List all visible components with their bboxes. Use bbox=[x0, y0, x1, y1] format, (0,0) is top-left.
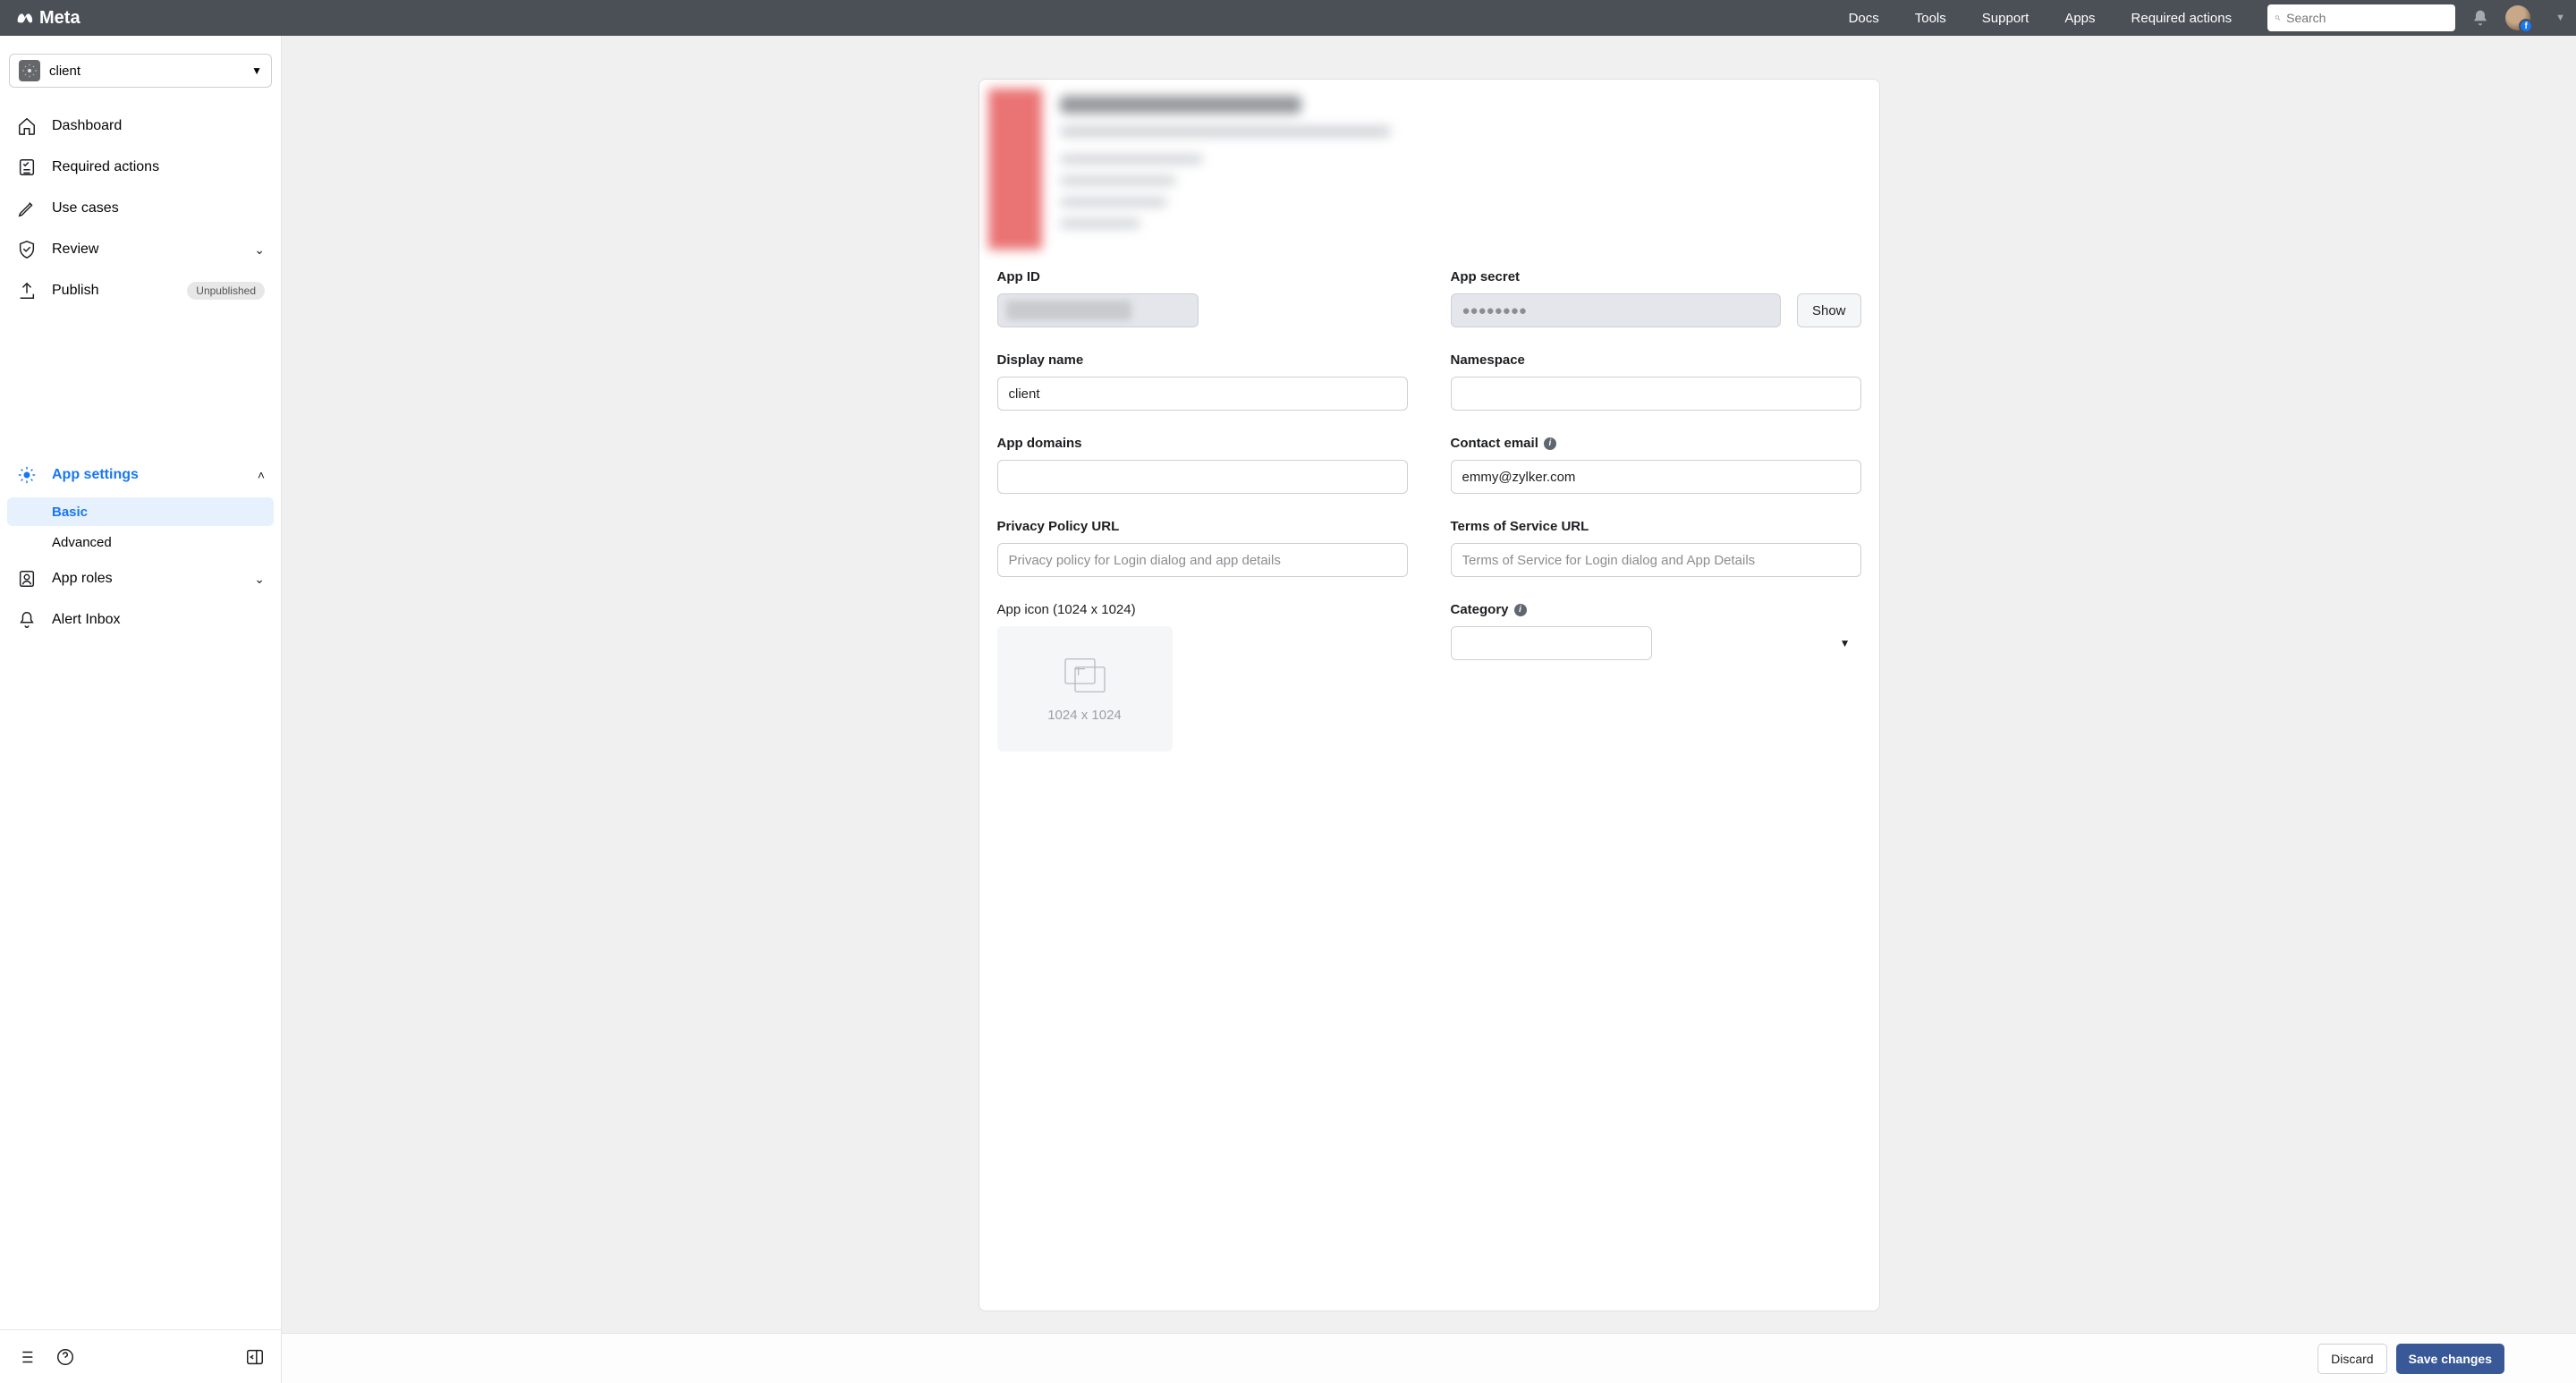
search-icon bbox=[2275, 11, 2281, 25]
contact-email-field[interactable] bbox=[1451, 460, 1861, 494]
upload-icon bbox=[16, 280, 38, 301]
sidebar-item-review[interactable]: Review ⌄ bbox=[7, 229, 274, 270]
settings-panel: App ID App secret Show Display nam bbox=[979, 79, 1880, 1311]
sidebar-item-publish[interactable]: Publish Unpublished bbox=[7, 270, 274, 311]
contact-email-label: Contact email i bbox=[1451, 436, 1861, 451]
home-icon bbox=[16, 115, 38, 137]
sidebar-item-label: App settings bbox=[52, 467, 243, 483]
tos-url-label: Terms of Service URL bbox=[1451, 519, 1861, 534]
privacy-url-label: Privacy Policy URL bbox=[997, 519, 1408, 534]
collapse-sidebar-icon[interactable] bbox=[245, 1347, 265, 1367]
app-domains-label: App domains bbox=[997, 436, 1408, 451]
namespace-field[interactable] bbox=[1451, 377, 1861, 411]
notifications-icon[interactable] bbox=[2471, 9, 2489, 27]
sidebar-item-app-settings[interactable]: App settings ˄ bbox=[7, 454, 274, 496]
bell-icon bbox=[16, 609, 38, 631]
sidebar-item-alert-inbox[interactable]: Alert Inbox bbox=[7, 599, 274, 641]
discard-button[interactable]: Discard bbox=[2318, 1344, 2386, 1374]
display-name-field[interactable] bbox=[997, 377, 1408, 411]
namespace-label: Namespace bbox=[1451, 352, 1861, 368]
facebook-badge-icon: f bbox=[2519, 19, 2533, 33]
nav-required-actions[interactable]: Required actions bbox=[2131, 11, 2233, 26]
sidebar-subitem-label: Basic bbox=[52, 505, 88, 520]
sidebar-item-label: App roles bbox=[52, 571, 240, 587]
save-footer: Discard Save changes bbox=[282, 1333, 2576, 1383]
sidebar-item-required-actions[interactable]: Required actions bbox=[7, 147, 274, 188]
nav-docs[interactable]: Docs bbox=[1849, 11, 1879, 26]
app-secret-field[interactable] bbox=[1451, 293, 1781, 327]
search-box[interactable] bbox=[2267, 4, 2455, 31]
info-icon[interactable]: i bbox=[1514, 604, 1527, 616]
category-label: Category i bbox=[1451, 602, 1861, 617]
info-icon[interactable]: i bbox=[1544, 437, 1556, 450]
meta-logo-icon bbox=[14, 8, 34, 28]
shield-check-icon bbox=[16, 239, 38, 260]
sidebar: client ▼ Dashboard Required actions bbox=[0, 36, 282, 1383]
sidebar-subitem-label: Advanced bbox=[52, 535, 112, 550]
sidebar-subitem-advanced[interactable]: Advanced bbox=[7, 528, 274, 556]
chevron-down-icon: ⌄ bbox=[254, 242, 265, 258]
sidebar-item-label: Alert Inbox bbox=[52, 612, 265, 628]
privacy-url-field[interactable] bbox=[997, 543, 1408, 577]
app-id-field[interactable] bbox=[997, 293, 1199, 327]
app-selector[interactable]: client ▼ bbox=[9, 54, 272, 88]
app-selector-label: client bbox=[49, 64, 242, 79]
tos-url-field[interactable] bbox=[1451, 543, 1861, 577]
show-secret-button[interactable]: Show bbox=[1797, 293, 1861, 327]
brand-logo[interactable]: Meta bbox=[14, 8, 80, 29]
app-domains-field[interactable] bbox=[997, 460, 1408, 494]
app-icon-uploader[interactable]: 1024 x 1024 bbox=[997, 626, 1173, 751]
top-header: Meta Docs Tools Support Apps Required ac… bbox=[0, 0, 2576, 36]
sidebar-footer bbox=[0, 1329, 281, 1383]
app-selector-icon bbox=[19, 60, 40, 81]
pencil-icon bbox=[16, 198, 38, 219]
publish-status-badge: Unpublished bbox=[187, 282, 265, 300]
save-changes-button[interactable]: Save changes bbox=[2396, 1344, 2504, 1374]
sidebar-item-label: Review bbox=[52, 242, 240, 258]
help-icon[interactable] bbox=[55, 1347, 75, 1367]
category-label-text: Category bbox=[1451, 602, 1509, 617]
sidebar-subitem-basic[interactable]: Basic bbox=[7, 497, 274, 526]
nav-tools[interactable]: Tools bbox=[1915, 11, 1946, 26]
list-icon[interactable] bbox=[16, 1347, 36, 1367]
main-content: App ID App secret Show Display nam bbox=[282, 36, 2576, 1383]
brand-text: Meta bbox=[39, 8, 80, 29]
sidebar-item-label: Required actions bbox=[52, 159, 265, 175]
app-id-label: App ID bbox=[997, 269, 1408, 284]
app-icon-label: App icon (1024 x 1024) bbox=[997, 602, 1408, 617]
checklist-icon bbox=[16, 157, 38, 178]
sidebar-item-label: Use cases bbox=[52, 200, 265, 216]
app-secret-label: App secret bbox=[1451, 269, 1861, 284]
nav-apps[interactable]: Apps bbox=[2064, 11, 2095, 26]
sidebar-item-label: Dashboard bbox=[52, 118, 265, 134]
sidebar-item-label: Publish bbox=[52, 283, 173, 299]
user-avatar[interactable]: f bbox=[2505, 5, 2530, 30]
alert-banner-redacted bbox=[979, 80, 1879, 259]
contact-email-label-text: Contact email bbox=[1451, 436, 1538, 451]
chevron-down-icon: ⌄ bbox=[254, 572, 265, 587]
id-badge-icon bbox=[16, 568, 38, 590]
search-input[interactable] bbox=[2286, 11, 2448, 25]
app-icon-hint: 1024 x 1024 bbox=[1047, 708, 1122, 723]
header-caret-icon[interactable]: ▼ bbox=[2555, 13, 2565, 23]
sidebar-item-app-roles[interactable]: App roles ⌄ bbox=[7, 558, 274, 599]
image-placeholder-icon bbox=[1060, 656, 1110, 695]
chevron-up-icon: ˄ bbox=[258, 468, 265, 482]
caret-down-icon: ▼ bbox=[251, 64, 262, 77]
caret-down-icon: ▼ bbox=[1840, 637, 1851, 649]
gear-icon bbox=[16, 464, 38, 486]
sidebar-item-dashboard[interactable]: Dashboard bbox=[7, 106, 274, 147]
sidebar-item-use-cases[interactable]: Use cases bbox=[7, 188, 274, 229]
header-nav: Docs Tools Support Apps Required actions bbox=[1849, 11, 2233, 26]
display-name-label: Display name bbox=[997, 352, 1408, 368]
nav-support[interactable]: Support bbox=[1982, 11, 2029, 26]
category-select[interactable] bbox=[1451, 626, 1652, 660]
